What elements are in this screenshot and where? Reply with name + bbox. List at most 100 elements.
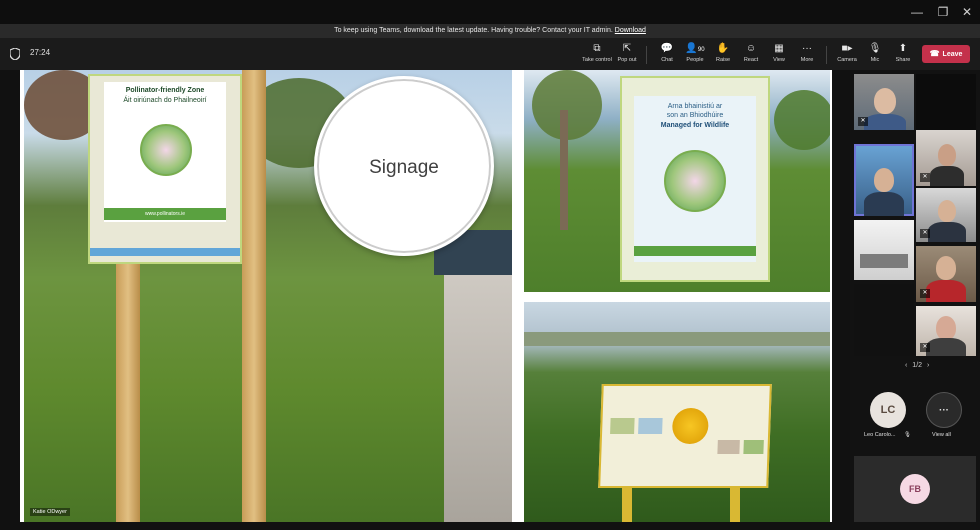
sign-panel: Arna bhainistiú ar son an Bhiodhúire Man… — [634, 96, 756, 262]
managed-for-wildlife-sign: Arna bhainistiú ar son an Bhiodhúire Man… — [620, 76, 770, 282]
mic-muted-icon: 🎙 — [904, 432, 911, 438]
signage-photo-bottom-right — [524, 302, 830, 522]
people-count: 90 — [697, 47, 705, 53]
participant-body — [926, 280, 966, 302]
react-label: React — [743, 57, 759, 63]
participant-face — [936, 256, 956, 280]
download-link[interactable]: Download — [615, 27, 646, 34]
update-banner: To keep using Teams, download the latest… — [0, 24, 980, 38]
chat-icon: 💬 — [660, 43, 674, 54]
more-label: More — [800, 57, 814, 63]
take-control-icon: ⧉ — [593, 43, 601, 54]
shield-icon — [10, 48, 20, 60]
participant-video-tile[interactable]: ✕ — [916, 306, 976, 356]
dandelion-image — [671, 408, 709, 444]
sign-irish-line-2: son an Bhiodhúire — [666, 112, 724, 119]
people-button[interactable]: 👤90 People — [680, 42, 710, 68]
camera-button[interactable]: ■▸ Camera — [832, 42, 862, 68]
hang-up-icon: ☎ — [929, 49, 940, 58]
view-button[interactable]: ▦ View — [764, 42, 794, 68]
info-board-photo — [717, 440, 740, 454]
signage-photo-top-right: Arna bhainistiú ar son an Bhiodhúire Man… — [524, 70, 830, 292]
sign-english-line: Managed for Wildlife — [660, 122, 730, 129]
leave-label: Leave — [942, 51, 963, 58]
mic-muted-icon: 🎙 — [868, 43, 882, 54]
shared-content-stage: Pollinator-friendly Zone Áit oiriúnach d… — [0, 70, 850, 530]
more-button[interactable]: ··· More — [792, 42, 822, 68]
toolbar-divider — [826, 46, 827, 64]
participant-video-tile[interactable] — [854, 284, 914, 356]
participant-video-tile[interactable]: ✕ — [916, 246, 976, 302]
participant-body — [930, 166, 964, 186]
share-label: Share — [895, 57, 911, 63]
take-control-button[interactable]: ⧉ Take control — [582, 42, 612, 68]
participant-video-tile[interactable]: ✕ — [916, 130, 976, 186]
view-icon: ▦ — [774, 43, 784, 54]
close-icon[interactable]: ✕ — [958, 3, 976, 21]
mic-label: Mic — [870, 57, 880, 63]
info-board-sign — [598, 384, 772, 488]
more-icon: ··· — [939, 405, 949, 416]
chat-label: Chat — [661, 57, 673, 63]
raise-hand-button[interactable]: ✋ Raise — [708, 42, 738, 68]
sign-irish-line-1: Arna bhainistiú ar — [667, 103, 723, 110]
participant-video-tile[interactable]: ✕ — [916, 188, 976, 242]
participant-face — [938, 144, 956, 166]
presenter-name-tag: Katie ODwyer — [30, 508, 70, 516]
update-banner-text: To keep using Teams, download the latest… — [334, 27, 613, 34]
participant-face — [938, 200, 956, 222]
self-view-tile[interactable]: FB — [854, 456, 976, 522]
restore-icon[interactable]: ❐ — [934, 3, 952, 21]
participant-avatar-lc[interactable]: LC — [870, 392, 906, 428]
info-board-photo — [638, 418, 663, 434]
shared-slide: Pollinator-friendly Zone Áit oiriúnach d… — [20, 70, 832, 522]
participant-body — [864, 192, 904, 216]
hedge-row — [524, 332, 830, 346]
participant-video-tile-selected[interactable] — [854, 144, 914, 216]
office-table — [860, 254, 908, 268]
mic-muted-icon: ✕ — [920, 289, 930, 298]
more-icon: ··· — [802, 43, 812, 54]
participant-face — [936, 316, 956, 340]
mic-button[interactable]: 🎙 Mic — [860, 42, 890, 68]
mic-muted-icon: ✕ — [920, 343, 930, 352]
meeting-toolbar: 27:24 ⧉ Take control ⇱ Pop out 💬 Chat 👤9… — [0, 38, 980, 70]
people-icon: 👤90 — [685, 43, 705, 54]
share-icon: ⬆ — [898, 43, 908, 54]
view-all-label: View all — [932, 432, 951, 438]
mic-muted-icon: ✕ — [858, 117, 868, 126]
chevron-right-icon[interactable]: › — [924, 362, 932, 369]
sign-blue-strip — [90, 248, 240, 256]
pollinator-logo — [140, 124, 192, 176]
camera-label: Camera — [837, 57, 857, 63]
share-button[interactable]: ⬆ Share — [888, 42, 918, 68]
chevron-left-icon[interactable]: ‹ — [902, 362, 910, 369]
signage-photo-left: Pollinator-friendly Zone Áit oiriúnach d… — [24, 70, 512, 522]
sign-url: www.pollinators.ie — [144, 211, 186, 217]
mic-muted-icon: ✕ — [920, 173, 930, 182]
participant-video-tile[interactable] — [854, 220, 914, 280]
participant-video-tile[interactable] — [916, 74, 976, 130]
leave-button[interactable]: ☎ Leave — [922, 45, 970, 63]
sign-subtitle: Áit oiriúnach do Phailneoirí — [123, 97, 207, 104]
sign-footer-bar — [634, 246, 756, 256]
toolbar-divider — [646, 46, 647, 64]
pop-out-button[interactable]: ⇱ Pop out — [612, 42, 642, 68]
tree-trunk — [560, 110, 568, 230]
minimize-icon[interactable]: — — [908, 3, 926, 21]
react-button[interactable]: ☺ React — [736, 42, 766, 68]
view-label: View — [773, 57, 785, 63]
chat-button[interactable]: 💬 Chat — [652, 42, 682, 68]
sign-panel: Pollinator-friendly Zone Áit oiriúnach d… — [104, 82, 226, 222]
sign-footer-bar: www.pollinators.ie — [104, 208, 226, 220]
participant-video-tile[interactable]: ✕ — [854, 74, 914, 130]
people-label: People — [686, 57, 704, 63]
view-all-button[interactable]: ··· — [926, 392, 962, 428]
raise-hand-label: Raise — [715, 57, 731, 63]
participant-name: Leo Carolo... — [864, 432, 896, 438]
participants-pager: ‹ 1/2 › — [902, 362, 932, 369]
participant-face — [874, 168, 894, 192]
sign-post — [116, 250, 140, 522]
meeting-timer: 27:24 — [30, 48, 51, 57]
self-avatar-fb: FB — [900, 474, 930, 504]
